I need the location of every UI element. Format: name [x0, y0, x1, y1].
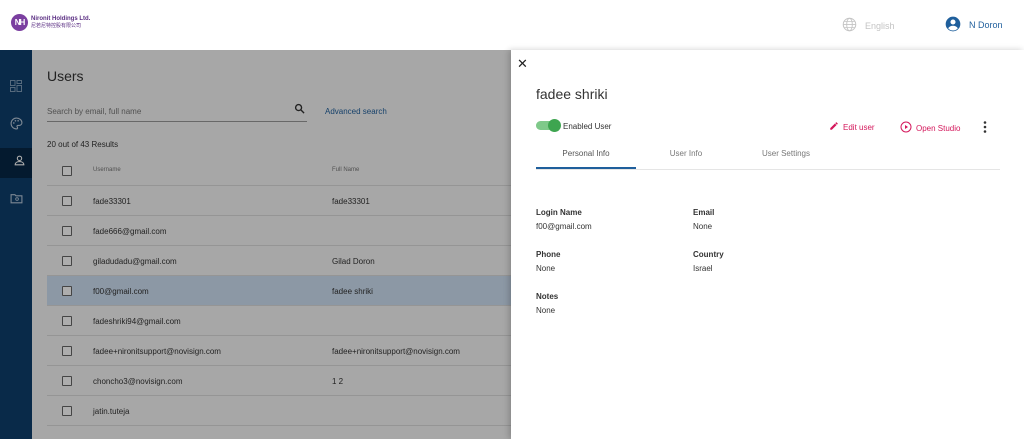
- login-name-label: Login Name: [536, 208, 582, 217]
- pencil-icon: [829, 121, 843, 133]
- globe-icon: [842, 17, 865, 34]
- drawer-tabs: Personal Info User Info User Settings: [536, 143, 1000, 170]
- language-label: English: [865, 20, 895, 31]
- active-tab-indicator: [536, 167, 636, 169]
- logo-name-line1: Nironit Holdings Ltd.: [31, 15, 91, 22]
- email-value: None: [693, 222, 713, 231]
- phone-label: Phone: [536, 250, 561, 259]
- logo-name-line2: 尼若尼特控股有限公司: [31, 22, 82, 29]
- account-circle-icon: [945, 16, 969, 34]
- toggle-knob: [548, 119, 561, 132]
- edit-user-label: Edit user: [843, 122, 875, 132]
- drawer-title: fadee shriki: [536, 86, 608, 102]
- enabled-user-toggle[interactable]: [536, 119, 561, 132]
- user-menu[interactable]: N Doron: [945, 16, 1003, 34]
- logo-mark: NH: [11, 14, 28, 31]
- tab-user-info[interactable]: User Info: [636, 149, 736, 158]
- more-vert-icon[interactable]: [983, 120, 987, 138]
- close-icon[interactable]: ✕: [517, 57, 528, 70]
- top-bar: NH Nironit Holdings Ltd. 尼若尼特控股有限公司 Engl…: [0, 0, 1024, 50]
- play-circle-icon: [900, 121, 916, 135]
- notes-value: None: [536, 306, 556, 315]
- edit-user-button[interactable]: Edit user: [829, 121, 875, 133]
- enabled-user-label: Enabled User: [563, 122, 612, 131]
- tab-personal-info[interactable]: Personal Info: [536, 149, 636, 158]
- login-name-value: f00@gmail.com: [536, 222, 592, 231]
- user-name: N Doron: [969, 20, 1003, 30]
- company-logo[interactable]: NH Nironit Holdings Ltd. 尼若尼特控股有限公司: [11, 14, 90, 31]
- open-studio-label: Open Studio: [916, 123, 961, 133]
- country-value: Israel: [693, 264, 713, 273]
- notes-label: Notes: [536, 292, 559, 301]
- phone-value: None: [536, 264, 556, 273]
- modal-backdrop[interactable]: [0, 50, 512, 439]
- open-studio-button[interactable]: Open Studio: [900, 121, 960, 135]
- language-selector[interactable]: English: [842, 17, 895, 34]
- email-label: Email: [693, 208, 715, 217]
- user-details-drawer: ✕ fadee shriki Enabled User Edit user Op…: [511, 50, 1024, 439]
- tab-user-settings[interactable]: User Settings: [736, 149, 836, 158]
- country-label: Country: [693, 250, 724, 259]
